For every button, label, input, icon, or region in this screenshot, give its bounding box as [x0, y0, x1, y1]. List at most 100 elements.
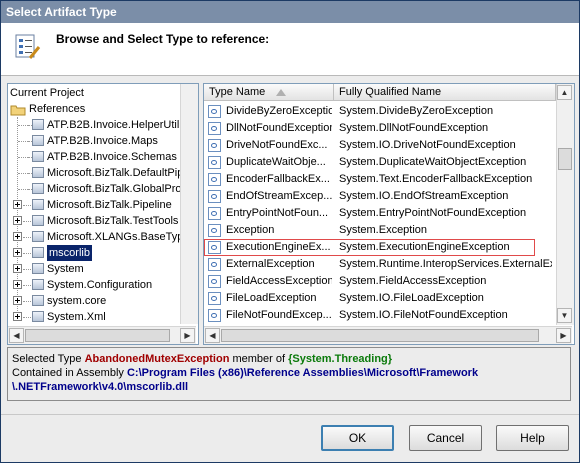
type-class-icon — [208, 258, 221, 271]
expand-plus-icon[interactable] — [13, 232, 22, 241]
expand-plus-icon[interactable] — [13, 296, 22, 305]
tree-vertical-scrollbar[interactable] — [180, 84, 198, 324]
tree-connector-branch — [18, 141, 28, 142]
scroll-right-arrow-icon[interactable]: ▶ — [180, 328, 195, 343]
folder-icon — [10, 105, 26, 116]
tree-item[interactable]: ATP.B2B.Invoice.Maps — [8, 133, 178, 149]
qualified-name-cell: System.EntryPointNotFoundException — [339, 207, 527, 219]
tree-root[interactable]: Current Project — [10, 85, 84, 101]
table-row[interactable]: FileNotFoundExcep... System.IO.FileNotFou… — [204, 307, 552, 324]
expand-plus-icon[interactable] — [13, 248, 22, 257]
type-name-cell: EndOfStreamExcep... — [226, 190, 332, 202]
type-list[interactable]: Type Name Fully Qualified Name DivideByZ… — [203, 83, 575, 345]
tree-item-label: Microsoft.BizTalk.TestTools — [47, 215, 179, 227]
header-banner: Browse and Select Type to reference: — [1, 23, 579, 76]
list-horizontal-scrollbar[interactable]: ◀ ▶ — [204, 326, 572, 344]
tree-item-label: ATP.B2B.Invoice.HelperUtility — [47, 119, 191, 131]
assembly-icon — [32, 247, 44, 258]
tree-connector-branch — [18, 173, 28, 174]
expand-plus-icon[interactable] — [13, 264, 22, 273]
assembly-tree[interactable]: Current Project References ATP.B2B.Invoi… — [7, 83, 199, 345]
type-name-cell: FileLoadException — [226, 292, 317, 304]
type-name-cell: FieldAccessException — [226, 275, 332, 287]
tree-connector-branch — [23, 205, 31, 206]
list-scroll-left-arrow-icon[interactable]: ◀ — [205, 328, 220, 343]
expand-plus-icon[interactable] — [13, 200, 22, 209]
tree-references-label: References — [29, 103, 86, 115]
assembly-icon — [32, 295, 44, 306]
selected-type-prefix: Selected Type — [12, 353, 82, 365]
assembly-icon — [32, 215, 44, 226]
list-scroll-thumb[interactable] — [558, 148, 572, 170]
table-row[interactable]: DivideByZeroException System.DivideByZero… — [204, 103, 552, 120]
table-row[interactable]: ExecutionEngineEx... System.ExecutionEngi… — [204, 239, 552, 256]
cancel-button[interactable]: Cancel — [409, 425, 482, 451]
expand-plus-icon[interactable] — [13, 312, 22, 321]
tree-item-label: Microsoft.BizTalk.Pipeline — [47, 199, 172, 211]
type-class-icon — [208, 173, 221, 186]
table-row[interactable]: EndOfStreamExcep... System.IO.EndOfStream… — [204, 188, 552, 205]
table-row[interactable]: Exception System.Exception — [204, 222, 552, 239]
tree-item-label: Microsoft.BizTalk.GlobalPropert — [47, 183, 199, 195]
scroll-left-arrow-icon[interactable]: ◀ — [9, 328, 24, 343]
table-row[interactable]: EntryPointNotFoun... System.EntryPointNot… — [204, 205, 552, 222]
ok-button[interactable]: OK — [321, 425, 394, 451]
list-hscroll-thumb[interactable] — [221, 329, 539, 342]
type-name-cell: EncoderFallbackEx... — [226, 173, 330, 185]
expand-plus-icon[interactable] — [13, 280, 22, 289]
tree-item[interactable]: System.Xml — [8, 309, 178, 325]
table-row[interactable]: EncoderFallbackEx... System.Text.EncoderF… — [204, 171, 552, 188]
tree-connector-branch — [23, 221, 31, 222]
tree-item[interactable]: Microsoft.XLANGs.BaseTypes — [8, 229, 195, 245]
header-title: Browse and Select Type to reference: — [56, 32, 270, 46]
title-bar[interactable]: Select Artifact Type — [1, 1, 579, 23]
tree-item[interactable]: Microsoft.BizTalk.GlobalPropert — [8, 181, 198, 197]
type-name-cell: DriveNotFoundExc... — [226, 139, 328, 151]
tree-item[interactable]: ATP.B2B.Invoice.Schemas — [8, 149, 178, 165]
assembly-icon — [32, 183, 44, 194]
table-row[interactable]: DllNotFoundException System.DllNotFoundEx… — [204, 120, 552, 137]
column-header-qualified-name[interactable]: Fully Qualified Name — [334, 84, 556, 101]
table-row[interactable]: DriveNotFoundExc... System.IO.DriveNotFou… — [204, 137, 552, 154]
tree-item-label: system.core — [47, 295, 107, 307]
table-row[interactable]: DuplicateWaitObje... System.DuplicateWait… — [204, 154, 552, 171]
help-button[interactable]: Help — [496, 425, 569, 451]
tree-connector-branch — [18, 189, 28, 190]
tree-item-label: System.Configuration — [47, 279, 153, 291]
tree-item[interactable]: System.Configuration — [8, 277, 178, 293]
selected-type-namespace: {System.Threading} — [288, 353, 393, 365]
expand-plus-icon[interactable] — [13, 216, 22, 225]
scroll-up-arrow-icon[interactable]: ▲ — [557, 85, 572, 100]
type-name-cell: ExternalException — [226, 258, 315, 270]
list-scroll-right-arrow-icon[interactable]: ▶ — [556, 328, 571, 343]
type-class-icon — [208, 139, 221, 152]
tree-item-label: System — [47, 263, 84, 275]
tree-item[interactable]: System — [8, 261, 178, 277]
tree-item[interactable]: system.core — [8, 293, 178, 309]
type-class-icon — [208, 309, 221, 322]
qualified-name-cell: System.Text.EncoderFallbackException — [339, 173, 533, 185]
qualified-name-cell: System.Exception — [339, 224, 428, 236]
tree-horizontal-scrollbar[interactable]: ◀ ▶ — [8, 326, 196, 344]
tree-item[interactable]: Microsoft.BizTalk.Pipeline — [8, 197, 178, 213]
tree-item[interactable]: Microsoft.BizTalk.DefaultPipelin — [8, 165, 198, 181]
tree-item[interactable]: ATP.B2B.Invoice.HelperUtility — [8, 117, 190, 133]
tree-item[interactable]: mscorlib — [8, 245, 178, 261]
tree-node-references[interactable]: References — [10, 101, 190, 117]
list-vertical-scrollbar[interactable]: ▲ ▼ — [556, 84, 574, 325]
table-row[interactable]: FileLoadException System.IO.FileLoadExcep… — [204, 290, 552, 307]
table-row[interactable]: FieldAccessException System.FieldAccessEx… — [204, 273, 552, 290]
assembly-icon — [32, 135, 44, 146]
type-class-icon — [208, 156, 221, 169]
qualified-name-cell: System.IO.DriveNotFoundException — [339, 139, 516, 151]
scroll-down-arrow-icon[interactable]: ▼ — [557, 308, 572, 323]
assembly-icon — [32, 311, 44, 322]
tree-item[interactable]: Microsoft.BizTalk.TestTools — [8, 213, 178, 229]
column-header-qualified-label: Fully Qualified Name — [339, 86, 442, 98]
table-row[interactable]: ExternalException System.Runtime.InteropS… — [204, 256, 552, 273]
column-header-type-name[interactable]: Type Name — [204, 84, 334, 101]
tree-scroll-thumb[interactable] — [25, 329, 170, 342]
tree-item-label: System.Xml — [47, 311, 106, 323]
tree-connector-branch — [23, 237, 31, 238]
member-of-label: member of — [232, 353, 286, 365]
